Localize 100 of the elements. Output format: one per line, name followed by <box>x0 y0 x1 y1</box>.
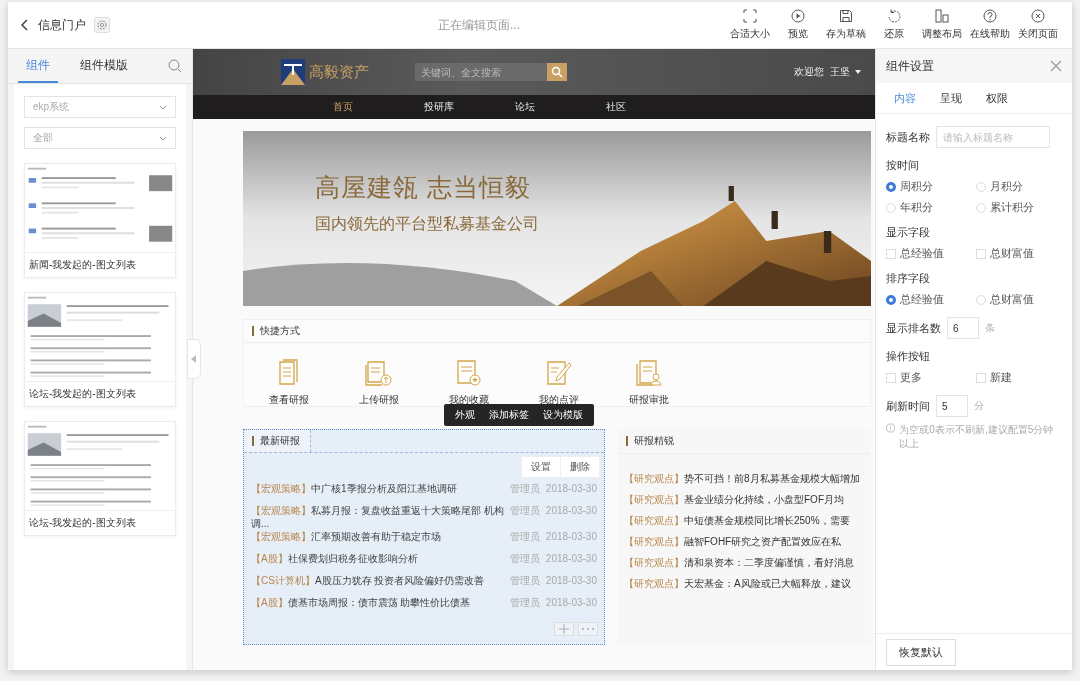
settings-tab[interactable]: 内容 <box>882 83 928 113</box>
collapse-handle[interactable] <box>187 339 201 379</box>
help-icon <box>983 9 997 23</box>
document-star-icon <box>455 359 483 387</box>
save-icon <box>839 9 853 23</box>
news-link[interactable]: 【A股】社保费划归税务征收影响分析 <box>251 552 504 565</box>
hint-text: 为空或0表示不刷新,建议配置5分钟以上 <box>899 423 1055 451</box>
field-label: 显示排名数 <box>886 320 941 336</box>
caret-down-icon <box>159 104 167 110</box>
widget-action-button[interactable]: 删除 <box>560 457 599 477</box>
toolbar-button[interactable]: 调整布局 <box>920 9 964 41</box>
search-icon[interactable] <box>168 59 182 73</box>
date-text: 2018-03-30 <box>545 482 597 495</box>
date-text: 2018-03-30 <box>545 530 597 543</box>
group-title: 操作按钮 <box>886 349 931 364</box>
status-text: 正在编辑页面... <box>437 16 521 34</box>
checkbox-option[interactable]: 总经验值 <box>886 246 976 261</box>
checkbox-option[interactable]: 新建 <box>976 370 1066 385</box>
reset-button[interactable]: 恢复默认 <box>886 638 956 666</box>
section-title: 快捷方式 <box>260 324 300 338</box>
more-button[interactable] <box>578 622 598 636</box>
chevron-left-icon <box>20 19 30 31</box>
nav-link[interactable]: 社区 <box>606 95 697 119</box>
template-name: 论坛-我发起的-图文列表 <box>25 510 175 535</box>
author-text: 管理员 <box>509 596 540 609</box>
number-field[interactable]: 6 <box>947 317 979 339</box>
banner-subtitle: 国内领先的平台型私募基金公司 <box>315 214 540 234</box>
user-menu[interactable]: 欢迎您 王坚 <box>794 65 861 79</box>
nav-link[interactable]: 首页 <box>333 95 424 119</box>
template-card[interactable]: 论坛-我发起的-图文列表 <box>24 292 176 407</box>
template-card[interactable]: 论坛-我发起的-图文列表 <box>24 421 176 536</box>
toolbar-button[interactable]: 合适大小 <box>728 9 772 41</box>
news-link[interactable]: 【CS计算机】A股压力犹存 投资者风险偏好仍需改善 <box>251 574 504 587</box>
back-button[interactable]: 信息门户 <box>20 16 86 34</box>
toolbar-button[interactable]: 关闭页面 <box>1016 9 1060 41</box>
insight-link[interactable]: 【研究观点】势不可挡！前8月私募基金规模大幅增加 <box>624 468 871 489</box>
unit-text: 条 <box>985 321 995 335</box>
number-field[interactable]: 5 <box>936 395 968 417</box>
add-button[interactable] <box>554 622 574 636</box>
settings-icon[interactable] <box>94 17 110 33</box>
shortcut-button[interactable]: 上传研报 <box>334 359 424 407</box>
news-link[interactable]: 【宏观策略】私募月报：复盘收益重返十大策略尾部 机构调... <box>251 504 504 530</box>
shortcut-button[interactable]: 研报审批 <box>604 359 694 407</box>
settings-tab[interactable]: 呈现 <box>928 83 974 113</box>
toolbar-button[interactable]: 设为模版 <box>536 404 590 426</box>
template-card[interactable]: 新闻-我发起的-图文列表 <box>24 163 176 278</box>
author-text: 管理员 <box>509 530 540 543</box>
radio-option[interactable]: 月积分 <box>976 179 1066 194</box>
close-icon[interactable] <box>1050 60 1062 72</box>
shortcut-button[interactable]: 查看研报 <box>244 359 334 407</box>
insight-link[interactable]: 【研究观点】天宏基金：A风险或已大幅释放，建议 <box>624 573 871 594</box>
search-field[interactable]: 关键词、全文搜索 <box>415 63 547 81</box>
widget-action-button[interactable]: 设置 <box>521 457 560 477</box>
title-field[interactable]: 请输入标题名称 <box>936 126 1050 148</box>
radio-option[interactable]: 周积分 <box>886 179 976 194</box>
unit-text: 分 <box>974 399 984 413</box>
insight-link[interactable]: 【研究观点】中短债基金规模同比增长250%，需要 <box>624 510 871 531</box>
field-label: 标题名称 <box>886 129 930 145</box>
checkbox-option[interactable]: 总财富值 <box>976 246 1066 261</box>
toolbar-button[interactable]: 预览 <box>776 9 820 41</box>
logo-icon <box>281 59 305 85</box>
toolbar-button[interactable]: 添加标签 <box>482 404 536 426</box>
radio-option[interactable]: 年积分 <box>886 200 976 215</box>
toolbar-button[interactable]: 在线帮助 <box>968 9 1012 41</box>
close-icon <box>1031 9 1045 23</box>
layout-icon <box>935 9 949 23</box>
play-icon <box>791 9 805 23</box>
insight-link[interactable]: 【研究观点】清和泉资本：二季度偏谨慎，看好消息 <box>624 552 871 573</box>
toolbar-button[interactable]: 存为草稿 <box>824 9 868 41</box>
document-pen-icon <box>545 359 573 387</box>
more-icon <box>581 627 595 631</box>
news-link[interactable]: 【宏观策略】中广核1季报分析及阳江基地调研 <box>251 482 504 495</box>
fit-screen-icon <box>743 9 757 23</box>
radio-option[interactable]: 累计积分 <box>976 200 1066 215</box>
nav-link[interactable]: 投研库 <box>424 95 515 119</box>
checkbox-option[interactable]: 更多 <box>886 370 976 385</box>
document-user-icon <box>634 359 664 387</box>
caret-left-icon <box>191 355 197 363</box>
radio-option[interactable]: 总财富值 <box>976 292 1066 307</box>
shortcut-button[interactable]: 我的点评 <box>514 359 604 407</box>
news-link[interactable]: 【宏观策略】汇率预期改善有助于稳定市场 <box>251 530 504 543</box>
toolbar-button[interactable]: 外观 <box>448 404 482 426</box>
field-label: 刷新时间 <box>886 398 930 414</box>
news-widget[interactable] <box>243 429 605 645</box>
insight-link[interactable]: 【研究观点】基金业绩分化持续，小盘型FOF月均 <box>624 489 871 510</box>
settings-tab[interactable]: 权限 <box>974 83 1020 113</box>
author-text: 管理员 <box>509 552 540 565</box>
plus-icon <box>559 624 569 634</box>
news-link[interactable]: 【A股】债基市场周报：债市震荡 助攀性价比债基 <box>251 596 504 609</box>
section-title: 最新研报 <box>260 434 300 448</box>
search-button[interactable] <box>547 63 567 81</box>
panel-tab[interactable]: 组件模版 <box>72 49 136 83</box>
insight-link[interactable]: 【研究观点】融智FOHF研究之资产配置效应在私 <box>624 531 871 552</box>
caret-down-icon <box>855 70 861 74</box>
shortcut-button[interactable]: 我的收藏 <box>424 359 514 407</box>
author-text: 管理员 <box>509 574 540 587</box>
toolbar-button[interactable]: 还原 <box>872 9 916 41</box>
nav-link[interactable]: 论坛 <box>515 95 606 119</box>
radio-option[interactable]: 总经验值 <box>886 292 976 307</box>
group-title: 按时间 <box>886 158 920 173</box>
